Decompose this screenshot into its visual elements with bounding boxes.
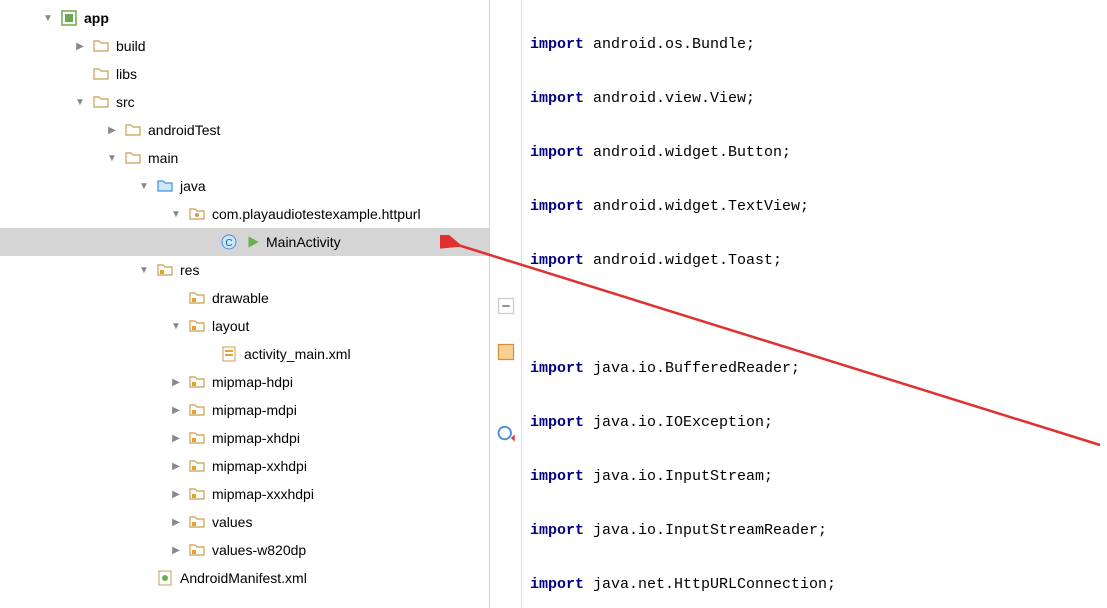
- tree-label: drawable: [212, 290, 269, 306]
- res-folder-icon: [188, 429, 206, 447]
- tree-label: values-w820dp: [212, 542, 306, 558]
- package-icon: [188, 205, 206, 223]
- tree-node-androidtest[interactable]: ▶ androidTest: [0, 116, 489, 144]
- code-line: import android.widget.Button;: [530, 139, 1107, 166]
- editor-gutter: [490, 0, 522, 608]
- chevron-down-icon[interactable]: ▼: [136, 178, 152, 194]
- tree-label: androidTest: [148, 122, 220, 138]
- chevron-right-icon[interactable]: ▶: [168, 430, 184, 446]
- module-icon: [60, 9, 78, 27]
- tree-node-libs[interactable]: ▶ libs: [0, 60, 489, 88]
- code-line: import java.io.InputStreamReader;: [530, 517, 1107, 544]
- chevron-right-icon[interactable]: ▶: [168, 486, 184, 502]
- tree-label: main: [148, 150, 178, 166]
- class-gutter-icon[interactable]: [496, 342, 516, 362]
- code-line: import android.widget.Toast;: [530, 247, 1107, 274]
- tree-node-drawable[interactable]: ▶ drawable: [0, 284, 489, 312]
- chevron-down-icon[interactable]: ▼: [168, 206, 184, 222]
- override-gutter-icon[interactable]: [496, 423, 516, 443]
- tree-node-mipmap-mdpi[interactable]: ▶ mipmap-mdpi: [0, 396, 489, 424]
- tree-label: app: [84, 10, 109, 26]
- folder-icon: [92, 65, 110, 83]
- collapse-icon[interactable]: [496, 296, 516, 316]
- tree-node-activity-main-xml[interactable]: ▶ activity_main.xml: [0, 340, 489, 368]
- tree-node-app[interactable]: ▼ app: [0, 4, 489, 32]
- tree-label: libs: [116, 66, 137, 82]
- chevron-down-icon[interactable]: ▼: [168, 318, 184, 334]
- tree-label: mipmap-xhdpi: [212, 430, 300, 446]
- runnable-icon: [244, 233, 262, 251]
- chevron-down-icon[interactable]: ▼: [136, 262, 152, 278]
- res-folder-icon: [188, 401, 206, 419]
- res-folder-icon: [188, 541, 206, 559]
- tree-node-res[interactable]: ▼ res: [0, 256, 489, 284]
- manifest-icon: [156, 569, 174, 587]
- tree-node-build[interactable]: ▶ build: [0, 32, 489, 60]
- tree-label: mipmap-mdpi: [212, 402, 297, 418]
- chevron-right-icon[interactable]: ▶: [72, 38, 88, 54]
- folder-icon: [92, 93, 110, 111]
- tree-label: values: [212, 514, 252, 530]
- tree-label: java: [180, 178, 206, 194]
- code-line: import java.io.InputStream;: [530, 463, 1107, 490]
- xml-file-icon: [220, 345, 238, 363]
- tree-node-src[interactable]: ▼ src: [0, 88, 489, 116]
- code-line: import java.net.HttpURLConnection;: [530, 571, 1107, 598]
- tree-label: mipmap-xxxhdpi: [212, 486, 314, 502]
- tree-label: MainActivity: [266, 234, 341, 250]
- code-line: import java.io.IOException;: [530, 409, 1107, 436]
- res-folder-icon: [188, 457, 206, 475]
- chevron-down-icon[interactable]: ▼: [72, 94, 88, 110]
- tree-label: layout: [212, 318, 249, 334]
- tree-label: com.playaudiotestexample.httpurl: [212, 206, 421, 222]
- tree-node-main[interactable]: ▼ main: [0, 144, 489, 172]
- tree-label: activity_main.xml: [244, 346, 351, 362]
- tree-node-java[interactable]: ▼ java: [0, 172, 489, 200]
- tree-node-package[interactable]: ▼ com.playaudiotestexample.httpurl: [0, 200, 489, 228]
- chevron-right-icon[interactable]: ▶: [168, 514, 184, 530]
- class-icon: C: [220, 233, 238, 251]
- chevron-down-icon[interactable]: ▼: [40, 10, 56, 26]
- tree-label: AndroidManifest.xml: [180, 570, 307, 586]
- tree-node-values[interactable]: ▶ values: [0, 508, 489, 536]
- tree-node-mipmap-hdpi[interactable]: ▶ mipmap-hdpi: [0, 368, 489, 396]
- code-line: import android.widget.TextView;: [530, 193, 1107, 220]
- svg-text:C: C: [225, 238, 232, 249]
- res-folder-icon: [188, 373, 206, 391]
- res-folder-icon: [188, 317, 206, 335]
- tree-node-layout[interactable]: ▼ layout: [0, 312, 489, 340]
- tree-node-mipmap-xxxhdpi[interactable]: ▶ mipmap-xxxhdpi: [0, 480, 489, 508]
- tree-node-mipmap-xxhdpi[interactable]: ▶ mipmap-xxhdpi: [0, 452, 489, 480]
- res-folder-icon: [188, 289, 206, 307]
- tree-label: mipmap-hdpi: [212, 374, 293, 390]
- tree-label: mipmap-xxhdpi: [212, 458, 307, 474]
- code-line: [530, 301, 1107, 328]
- folder-icon: [124, 121, 142, 139]
- code-editor[interactable]: import android.os.Bundle; import android…: [522, 0, 1107, 608]
- tree-node-values-w820dp[interactable]: ▶ values-w820dp: [0, 536, 489, 564]
- chevron-right-icon[interactable]: ▶: [168, 542, 184, 558]
- code-line: import android.view.View;: [530, 85, 1107, 112]
- folder-icon: [124, 149, 142, 167]
- chevron-right-icon[interactable]: ▶: [168, 402, 184, 418]
- source-folder-icon: [156, 177, 174, 195]
- folder-icon: [92, 37, 110, 55]
- res-folder-icon: [188, 513, 206, 531]
- chevron-right-icon[interactable]: ▶: [168, 374, 184, 390]
- res-folder-icon: [156, 261, 174, 279]
- project-tree[interactable]: ▼ app ▶ build ▶ libs ▼ src ▶ androidTest…: [0, 0, 490, 608]
- res-folder-icon: [188, 485, 206, 503]
- code-line: import java.io.BufferedReader;: [530, 355, 1107, 382]
- chevron-right-icon[interactable]: ▶: [104, 122, 120, 138]
- chevron-down-icon[interactable]: ▼: [104, 150, 120, 166]
- code-line: import android.os.Bundle;: [530, 31, 1107, 58]
- chevron-right-icon[interactable]: ▶: [168, 458, 184, 474]
- tree-node-mainactivity[interactable]: ▶ C MainActivity: [0, 228, 489, 256]
- tree-label: src: [116, 94, 135, 110]
- tree-label: res: [180, 262, 199, 278]
- tree-label: build: [116, 38, 146, 54]
- tree-node-manifest[interactable]: ▶ AndroidManifest.xml: [0, 564, 489, 592]
- tree-node-mipmap-xhdpi[interactable]: ▶ mipmap-xhdpi: [0, 424, 489, 452]
